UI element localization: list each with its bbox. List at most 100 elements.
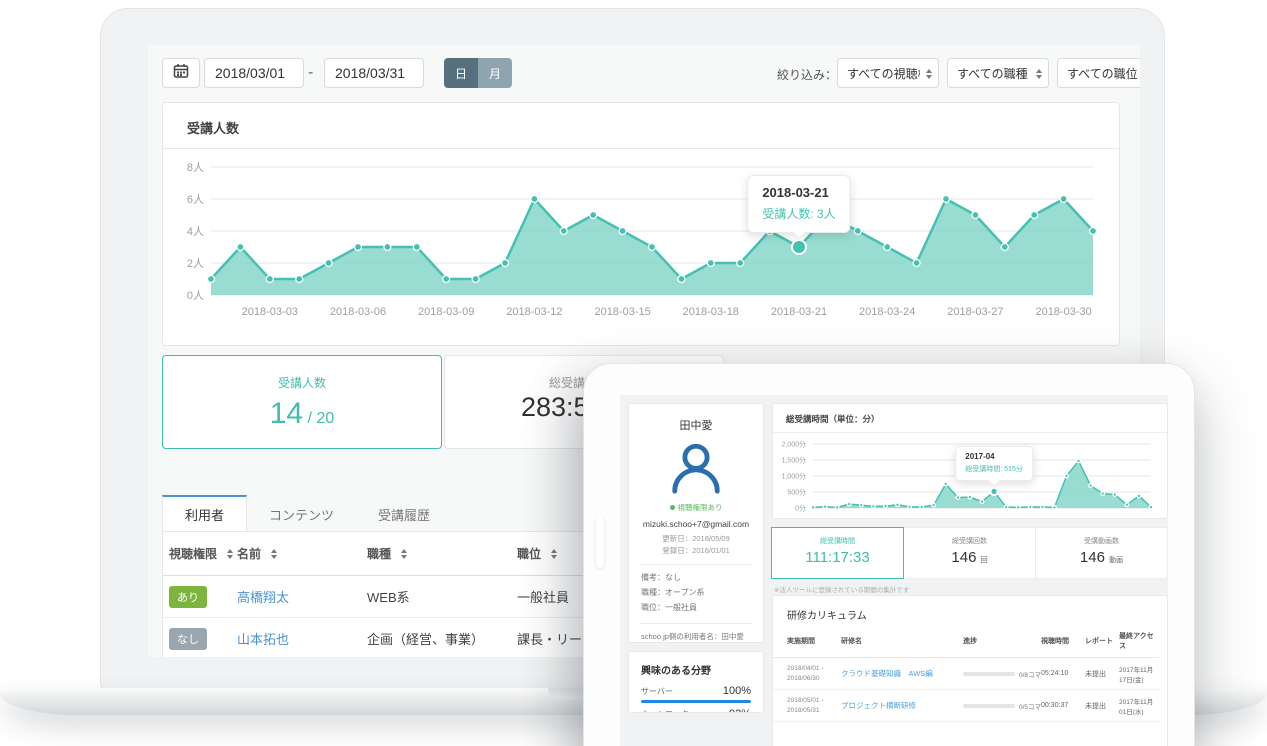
usage-chart-card: 総受講時間（単位：分） 0分500分1,000分1,500分2,000分2016… <box>772 403 1168 519</box>
marketing-hero: 2018/03/01 - 2018/03/31 日 月 絞り込み： すべての視聴… <box>0 0 1267 746</box>
tab-contents[interactable]: コンテンツ <box>247 495 356 534</box>
tab-history[interactable]: 受講履歴 <box>356 495 452 534</box>
col-period: 実施期間 <box>787 636 841 646</box>
filter-position-value: すべての職位 <box>1067 65 1138 82</box>
header-name[interactable]: 名前 <box>237 545 367 562</box>
filter-label: 絞り込み： <box>777 66 837 83</box>
report-status: 未提出 <box>1085 669 1119 679</box>
svg-text:6人: 6人 <box>187 193 204 206</box>
profile-note: 備考：なし <box>641 571 751 586</box>
interest-label: ネットワーク <box>641 709 689 713</box>
col-progress: 進捗 <box>963 636 1041 646</box>
curriculum-row: 2018/05/01 -2018/05/31 プロジェクト横断研修 0/5コマ … <box>773 690 1159 722</box>
user-name-link[interactable]: 山本拓也 <box>237 632 289 647</box>
sort-icon <box>401 549 407 559</box>
col-name: 研修名 <box>841 636 963 646</box>
summary-label: 受講人数 <box>163 374 441 391</box>
svg-text:2018-03-06: 2018-03-06 <box>330 306 386 318</box>
filter-position-select[interactable]: すべての職位 <box>1057 58 1140 88</box>
progress-bar <box>963 704 1015 708</box>
user-name-link[interactable]: 高橋翔太 <box>237 590 289 605</box>
course-link[interactable]: クラウド基礎知識 AWS編 <box>841 669 933 678</box>
svg-text:2人: 2人 <box>187 257 204 270</box>
date-from-input[interactable]: 2018/03/01 <box>204 58 304 88</box>
course-link[interactable]: プロジェクト横断研修 <box>841 701 916 710</box>
tab-bar: 利用者 コンテンツ 受講履歴 <box>162 495 452 534</box>
summary-value: 14 <box>270 397 303 430</box>
usage-chart-title: 総受講時間（単位：分） <box>773 404 1167 433</box>
svg-text:2018-03-03: 2018-03-03 <box>242 306 298 318</box>
mini-card-video-count[interactable]: 受講動画数 146 動画 <box>1035 527 1168 579</box>
last-access: 2017年11月17日(金) <box>1119 664 1159 684</box>
curriculum-card: 研修カリキュラム 実施期間 研修名 進捗 視聴時間 レポート 最終アクセス 20… <box>772 595 1168 746</box>
mini-label: 受講動画数 <box>1036 536 1167 546</box>
toggle-month[interactable]: 月 <box>478 58 512 88</box>
mini-card-view-count[interactable]: 総受講回数 146 回 <box>903 527 1036 579</box>
tablet-summary-row: 総受講時間 111:17:33 総受講回数 146 回 受講動画数 146 動画 <box>772 527 1168 579</box>
profile-updated: 更新日：2018/05/09 <box>629 533 763 544</box>
interest-label: サーバー <box>641 686 673 697</box>
col-watchtime: 視聴時間 <box>1041 636 1085 646</box>
svg-text:0分: 0分 <box>795 503 806 512</box>
svg-text:2018-03-12: 2018-03-12 <box>506 306 562 318</box>
person-icon <box>667 482 725 499</box>
sort-icon <box>227 549 233 559</box>
interest-value: 100% <box>723 685 751 697</box>
profile-registered: 登録日：2016/01/01 <box>629 545 763 556</box>
usage-chart[interactable]: 0分500分1,000分1,500分2,000分201620172018 201… <box>777 435 1163 519</box>
progress-label: 0/8コマ <box>1019 669 1041 679</box>
svg-text:2018-03-15: 2018-03-15 <box>594 306 650 318</box>
status-badge: 視聴権限あり <box>629 502 763 513</box>
mini-value: 111:17:33 <box>772 549 903 566</box>
profile-screen: 田中愛 視聴権限あり mizuki.schoo+7@gmail.com 更新日：… <box>620 395 1168 746</box>
attendance-chart[interactable]: 0人2人4人6人8人2018-03-032018-03-062018-03-09… <box>171 153 1109 335</box>
curriculum-header-row: 実施期間 研修名 進捗 視聴時間 レポート 最終アクセス <box>773 631 1159 658</box>
filter-permission-value: すべての視聴権限 <box>847 65 920 82</box>
header-jobtype[interactable]: 職種 <box>367 545 517 562</box>
summary-denominator: / 20 <box>303 410 334 427</box>
sort-icon <box>551 549 557 559</box>
svg-text:8人: 8人 <box>187 161 204 174</box>
svg-text:2018-03-24: 2018-03-24 <box>859 306 915 318</box>
toggle-day[interactable]: 日 <box>444 58 478 88</box>
date-to-input[interactable]: 2018/03/31 <box>324 58 424 88</box>
mini-unit: 動画 <box>1109 557 1123 564</box>
svg-text:2018-03-18: 2018-03-18 <box>683 306 739 318</box>
interests-title: 興味のある分野 <box>629 652 763 677</box>
svg-text:0人: 0人 <box>187 289 204 302</box>
select-arrows-icon <box>1036 69 1042 79</box>
user-profile-card: 田中愛 視聴権限あり mizuki.schoo+7@gmail.com 更新日：… <box>628 403 764 643</box>
calendar-button[interactable] <box>162 58 200 88</box>
summary-card-attendees[interactable]: 受講人数 14 / 20 <box>162 355 442 449</box>
tab-users[interactable]: 利用者 <box>162 495 247 534</box>
header-permission[interactable]: 視聴権限 <box>169 545 237 562</box>
mini-card-total-time[interactable]: 総受講時間 111:17:33 <box>771 527 904 579</box>
status-dot-icon <box>670 505 675 510</box>
mini-value: 146 <box>951 549 976 566</box>
filter-jobtype-select[interactable]: すべての職種 <box>947 58 1049 88</box>
summary-value: 283:5 <box>521 392 589 423</box>
svg-text:4人: 4人 <box>187 225 204 238</box>
interest-row: サーバー 100% <box>629 677 763 697</box>
curriculum-title: 研修カリキュラム <box>773 596 1167 622</box>
filter-permission-select[interactable]: すべての視聴権限 <box>837 58 939 88</box>
profile-email: mizuki.schoo+7@gmail.com <box>629 519 763 529</box>
aggregation-note: ※法人ツールに登録されている期間の集計です <box>774 584 909 594</box>
day-month-toggle: 日 月 <box>444 58 512 88</box>
svg-text:1,000分: 1,000分 <box>781 471 806 480</box>
last-access: 2017年11月01日(水) <box>1119 696 1159 716</box>
user-jobtype: 企画（経営、事業） <box>367 629 517 648</box>
external-username: schoo.jp側の利用者名：田中愛 <box>641 630 751 643</box>
col-lastaccess: 最終アクセス <box>1119 631 1159 651</box>
profile-name: 田中愛 <box>629 417 763 433</box>
progress-label: 0/5コマ <box>1019 701 1041 711</box>
permission-badge: なし <box>169 628 207 650</box>
tablet-side-button <box>596 516 604 568</box>
svg-text:2,000分: 2,000分 <box>781 439 806 448</box>
select-arrows-icon <box>926 69 932 79</box>
mini-unit: 回 <box>981 557 988 564</box>
interest-value: 92% <box>729 708 751 713</box>
mini-label: 総受講時間 <box>772 536 903 546</box>
permission-badge: あり <box>169 586 207 608</box>
col-report: レポート <box>1085 636 1119 646</box>
